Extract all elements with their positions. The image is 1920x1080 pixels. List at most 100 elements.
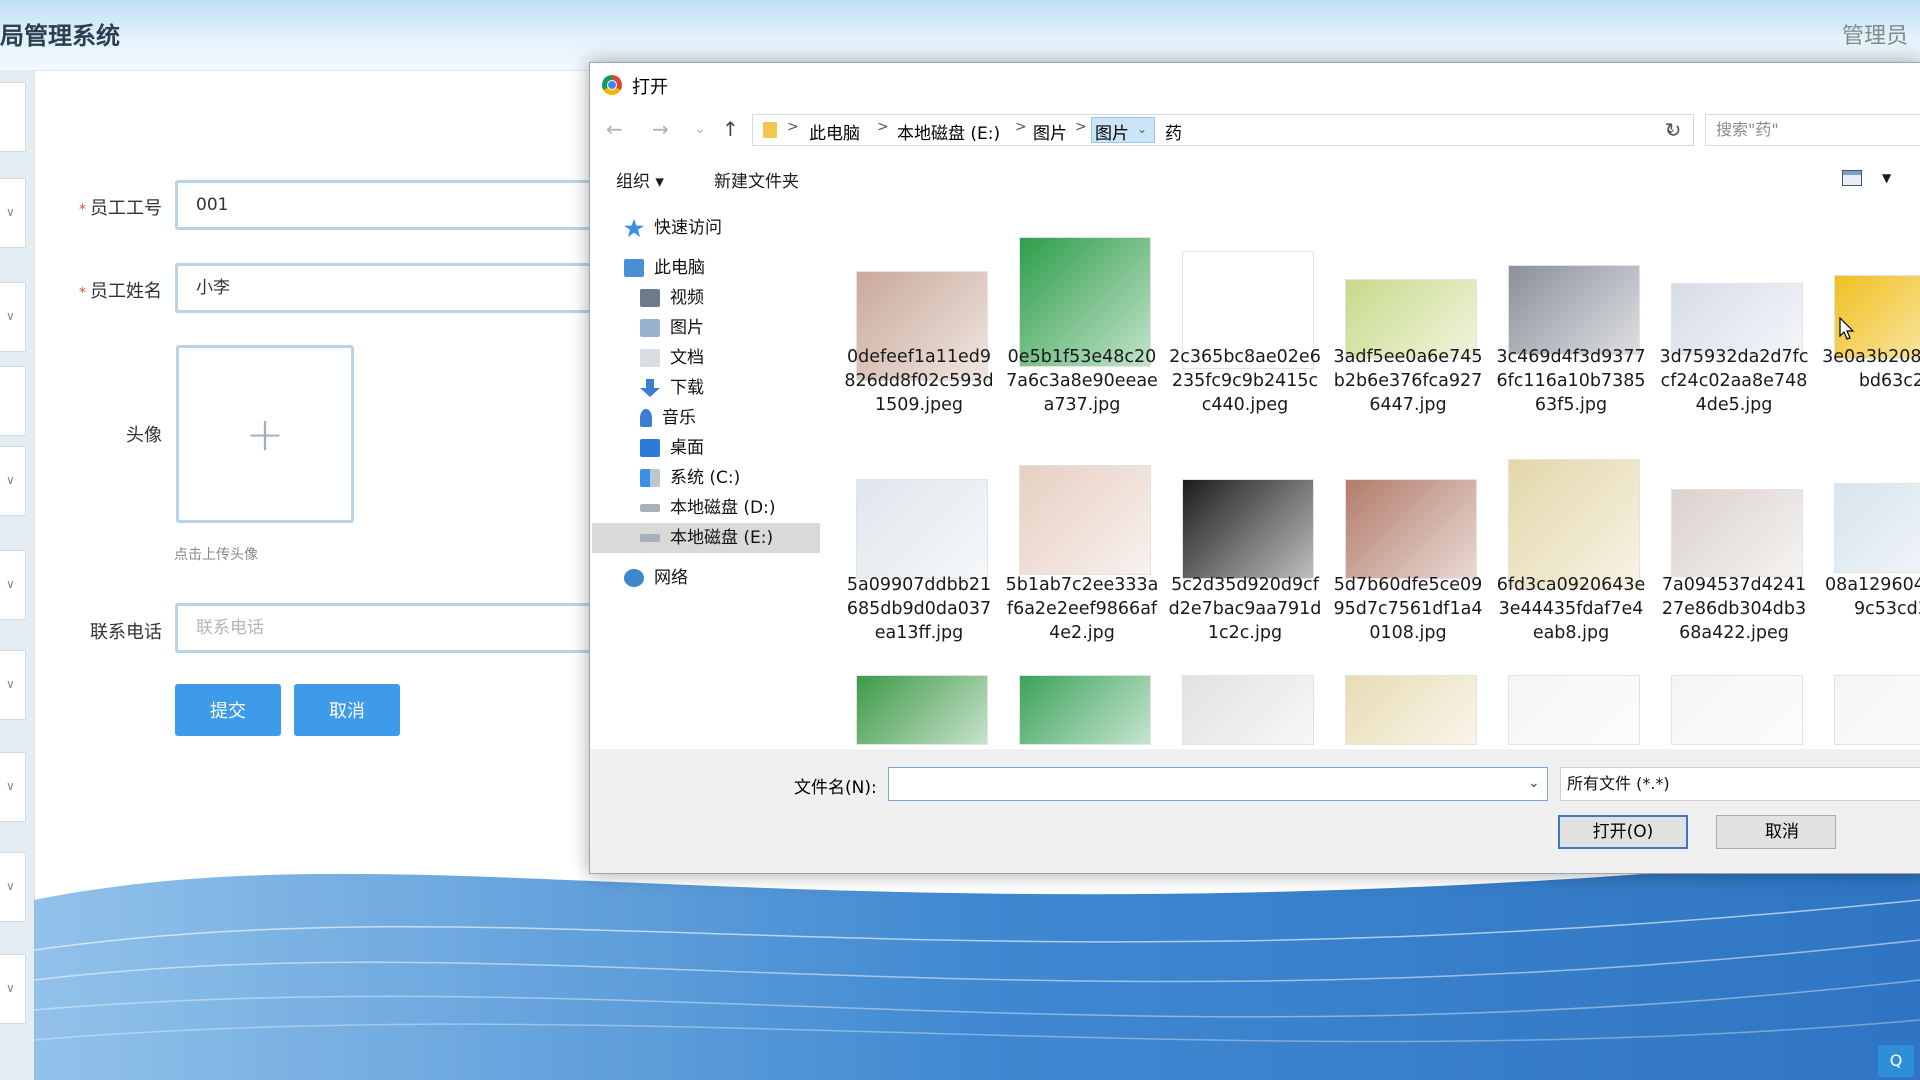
chevron-down-icon: ∨ [6,879,15,893]
dialog-cancel-button[interactable]: 取消 [1716,815,1836,849]
employee-name-input[interactable]: 小李 [175,263,595,313]
nav-item-desktop[interactable]: 桌面 [640,433,704,463]
star-icon [624,219,644,237]
sidebar-tab[interactable]: ∨ [0,178,26,248]
sidebar-tab[interactable] [0,82,26,152]
documents-icon [640,349,660,367]
employee-id-input[interactable]: 001 [175,180,595,230]
sidebar-tab[interactable]: ∨ [0,446,26,516]
mouse-cursor-icon [1839,317,1855,340]
dialog-title: 打开 [632,77,668,98]
file-item[interactable] [1009,649,1155,749]
file-item[interactable]: 3d75932da2d7fccf24c02aa8e7484de5.jpg [1660,217,1808,447]
file-item[interactable]: 5a09907ddbb21685db9d0da037ea13ff.jpg [846,445,992,675]
file-item[interactable]: 08a1296046d9a9c53cd39 [1824,445,1920,675]
nav-item-music[interactable]: 音乐 [640,403,696,433]
file-type-select[interactable]: 所有文件 (*.*) [1560,767,1920,801]
file-item[interactable]: 6fd3ca0920643e3e44435fdaf7e4eab8.jpg [1497,445,1645,675]
sidebar-tab[interactable]: ∨ [0,282,26,352]
sidebar-tab[interactable]: ∨ [0,954,26,1024]
nav-item-videos[interactable]: 视频 [640,283,704,313]
chevron-down-icon: ∨ [6,779,15,793]
employee-name-label-text: 员工姓名 [90,281,162,302]
refresh-icon[interactable]: ↻ [1658,114,1688,146]
file-item[interactable] [1335,649,1481,749]
file-item[interactable] [1661,649,1807,749]
file-item[interactable] [846,649,992,749]
sidebar-tab[interactable]: ∨ [0,852,26,922]
chevron-down-icon: ∨ [6,309,15,323]
filename-input[interactable] [888,767,1548,801]
file-thumbnail [1671,489,1803,577]
drive-icon [640,534,660,542]
breadcrumb-pictures-sub[interactable]: 图片 [1095,119,1129,144]
nav-item-network[interactable]: 网络 [624,563,688,593]
admin-user-label[interactable]: 管理员 [1842,18,1908,50]
file-name: 5b1ab7c2ee333af6a2e2eef9866af4e2.jpg [1005,575,1159,643]
file-thumbnail [1345,479,1477,579]
file-item[interactable]: 5b1ab7c2ee333af6a2e2eef9866af4e2.jpg [1006,445,1158,675]
plus-icon: + [245,407,285,461]
nav-item-this-pc[interactable]: 此电脑 [624,253,705,283]
back-button[interactable]: ← [606,117,623,141]
file-item[interactable]: 2c365bc8ae02e6235fc9c9b2415cc440.jpeg [1169,217,1321,447]
avatar-upload[interactable]: + [176,345,354,523]
nav-item-pictures[interactable]: 图片 [640,313,704,343]
file-thumbnail [856,479,988,579]
new-folder-button[interactable]: 新建文件夹 [714,167,799,192]
sidebar-collapsed: ∨ ∨ ∨ ∨ ∨ ∨ ∨ ∨ [0,70,35,1080]
nav-item-downloads[interactable]: 下载 [640,373,704,403]
chrome-icon [602,75,622,95]
file-item[interactable] [1498,649,1644,749]
view-options-icon[interactable] [1842,170,1862,186]
sidebar-tab[interactable] [0,366,26,436]
phone-input[interactable]: 联系电话 [175,603,595,653]
sidebar-tab[interactable]: ∨ [0,550,26,620]
breadcrumb-pictures[interactable]: 图片 [1033,119,1067,144]
recent-locations-button[interactable]: ⌄ [694,121,706,137]
filename-label: 文件名(N): [794,778,877,798]
up-button[interactable]: ↑ [722,117,739,141]
app-header: 局管理系统 管理员 [0,0,1920,71]
open-button[interactable]: 打开(O) [1558,815,1688,849]
file-item[interactable]: 0defeef1a11ed9826dd8f02c593d1509.jpeg [844,217,994,447]
drive-icon [640,469,660,487]
file-item[interactable]: 5c2d35d920d9cfd2e7bac9aa791d1c2c.jpg [1169,445,1321,675]
breadcrumb-this-pc[interactable]: 此电脑 [809,119,860,144]
nav-item-label: 此电脑 [654,258,705,278]
file-item[interactable]: 7a094537d424127e86db304db368a422.jpeg [1661,445,1807,675]
file-item[interactable]: 5d7b60dfe5ce0995d7c7561df1a40108.jpg [1334,445,1482,675]
file-thumbnail [856,675,988,745]
file-item[interactable]: 3adf5ee0a6e745b2b6e376fca9276447.jpg [1334,217,1482,447]
file-item[interactable]: 3c469d4f3d93776fc116a10b738563f5.jpg [1496,217,1646,447]
nav-item-quick-access[interactable]: 快速访问 [624,213,722,243]
sidebar-tab[interactable]: ∨ [0,752,26,822]
file-thumbnail [1182,675,1314,745]
file-item[interactable] [1824,649,1920,749]
nav-item-documents[interactable]: 文档 [640,343,704,373]
app-title: 局管理系统 [0,22,120,50]
nav-item-drive-d[interactable]: 本地磁盘 (D:) [640,493,776,523]
submit-button[interactable]: 提交 [175,684,281,736]
nav-item-drive-c[interactable]: 系统 (C:) [640,463,740,493]
address-bar[interactable]: > 此电脑 > 本地磁盘 (E:) > 图片 > 图片 ⌄ 药 ⌄ [752,114,1694,146]
crumb-separator: > [1075,119,1087,135]
breadcrumb-medicine[interactable]: 药 [1165,119,1182,144]
nav-item-drive-e[interactable]: 本地磁盘 (E:) [592,523,820,553]
nav-item-label: 桌面 [670,438,704,458]
help-search-icon[interactable]: Q [1878,1045,1914,1077]
view-dropdown-icon[interactable]: ▼ [1882,171,1891,185]
file-item[interactable]: 0e5b1f53e48c207a6c3a8e90eeaea737.jpg [1006,217,1158,447]
employee-id-label: * 员工工号 [42,194,162,220]
sidebar-tab[interactable]: ∨ [0,650,26,720]
file-name: 2c365bc8ae02e6235fc9c9b2415cc440.jpeg [1169,347,1321,415]
cancel-button[interactable]: 取消 [294,684,400,736]
organize-menu[interactable]: 组织 ▾ [616,167,664,192]
search-input[interactable]: 搜索"药" [1705,114,1920,146]
chevron-down-icon[interactable]: ⌄ [1137,122,1147,136]
breadcrumb-drive-e[interactable]: 本地磁盘 (E:) [897,119,1000,144]
required-mark: * [79,202,86,218]
forward-button[interactable]: → [652,117,669,141]
file-thumbnail [1345,675,1477,745]
file-item[interactable] [1172,649,1318,749]
